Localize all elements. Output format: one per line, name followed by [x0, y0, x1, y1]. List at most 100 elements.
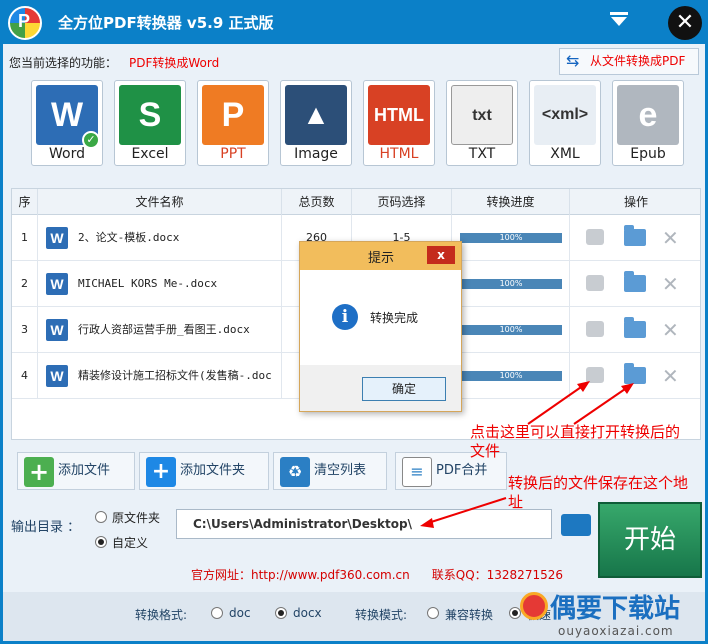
- open-folder-icon[interactable]: [624, 225, 646, 246]
- print-icon[interactable]: [586, 229, 604, 245]
- col-pages-header: 总页数: [282, 189, 352, 215]
- table-header: 序 文件名称 总页数 页码选择 转换进度 操作: [12, 189, 700, 215]
- progress-text: 100%: [499, 233, 523, 242]
- contact-row: 官方网址：http://www.pdf360.com.cn 联系QQ：132827…: [191, 566, 563, 583]
- file-name: 2、论文-模板.docx: [78, 231, 180, 244]
- format-doc-label: doc: [229, 606, 251, 620]
- progress-bar: 100%: [460, 279, 562, 289]
- format-selector: W ✓ Word S Excel P PPT ▲ Image HTML HTML…: [31, 80, 691, 168]
- add-folder-label: 添加文件夹: [180, 463, 246, 478]
- word-file-icon: W: [46, 227, 68, 249]
- window-title: 全方位PDF转换器 v5.9 正式版: [58, 14, 274, 32]
- progress-bar: 100%: [460, 325, 562, 335]
- print-icon[interactable]: [586, 321, 604, 337]
- row-progress-cell: 100%: [452, 215, 570, 261]
- add-file-icon: +: [24, 457, 54, 487]
- format-label: Image: [294, 146, 338, 162]
- progress-bar: 100%: [460, 233, 562, 243]
- format-label: TXT: [468, 146, 496, 162]
- col-progress-header: 转换进度: [452, 189, 570, 215]
- browse-folder-icon[interactable]: [561, 514, 591, 536]
- add-file-button[interactable]: + 添加文件: [17, 452, 135, 490]
- site-watermark: 偶要下载站 ouyaoxiazai.com: [520, 588, 708, 644]
- format-txt-button[interactable]: txt TXT: [446, 80, 518, 166]
- row-index: 4: [12, 353, 38, 399]
- mode-compat-radio[interactable]: [427, 607, 439, 619]
- add-folder-button[interactable]: + 添加文件夹: [139, 452, 269, 490]
- swap-icon: ⇆: [566, 51, 580, 70]
- switch-mode-label: 从文件转换成PDF: [590, 54, 686, 68]
- format-image-button[interactable]: ▲ Image: [280, 80, 352, 166]
- annotation-open-file: 点击这里可以直接打开转换后的 文件: [470, 423, 680, 461]
- progress-text: 100%: [499, 371, 523, 380]
- row-actions-cell: ✕: [570, 261, 702, 307]
- ppt-icon: P: [202, 85, 264, 145]
- website-text: 官方网址：http://www.pdf360.com.cn: [191, 568, 410, 582]
- delete-icon[interactable]: ✕: [662, 353, 679, 399]
- format-label: Word: [49, 146, 85, 162]
- format-excel-button[interactable]: S Excel: [114, 80, 186, 166]
- dialog-ok-button[interactable]: 确定: [362, 377, 446, 401]
- row-progress-cell: 100%: [452, 307, 570, 353]
- word-file-icon: W: [46, 319, 68, 341]
- txt-icon: txt: [451, 85, 513, 145]
- open-folder-icon[interactable]: [624, 317, 646, 338]
- row-progress-cell: 100%: [452, 353, 570, 399]
- output-dir-label: 输出目录 ：: [11, 520, 81, 535]
- delete-icon[interactable]: ✕: [662, 261, 679, 307]
- watermark-logo-icon: [520, 592, 548, 620]
- custom-folder-radio[interactable]: [95, 536, 107, 548]
- switch-mode-button[interactable]: ⇆ 从文件转换成PDF: [559, 48, 699, 75]
- format-label: Excel: [131, 146, 169, 162]
- function-value: PDF转换成Word: [129, 56, 220, 70]
- col-index-header: 序: [12, 189, 38, 215]
- row-name-cell: W MICHAEL KORS Me-.docx: [38, 261, 282, 307]
- excel-icon: S: [119, 85, 181, 145]
- output-path-field[interactable]: C:\Users\Administrator\Desktop\: [176, 509, 552, 539]
- original-folder-label: 原文件夹: [112, 511, 161, 525]
- merge-icon: ≡: [402, 457, 432, 487]
- dialog-close-button[interactable]: x: [427, 246, 455, 264]
- delete-icon[interactable]: ✕: [662, 307, 679, 353]
- info-icon: i: [332, 304, 358, 330]
- format-label: HTML: [379, 146, 419, 162]
- print-icon[interactable]: [586, 275, 604, 291]
- function-label: 您当前选择的功能：: [9, 56, 118, 70]
- dialog-message: 转换完成: [370, 311, 419, 325]
- info-dialog: 提示 x i 转换完成 确定: [299, 241, 462, 412]
- progress-bar: 100%: [460, 371, 562, 381]
- format-docx-radio[interactable]: [275, 607, 287, 619]
- row-name-cell: W 行政人资部运营手册_看图王.docx: [38, 307, 282, 353]
- close-button[interactable]: ✕: [668, 6, 702, 40]
- start-button[interactable]: 开始: [598, 502, 702, 578]
- add-file-label: 添加文件: [58, 463, 111, 478]
- open-folder-icon[interactable]: [624, 271, 646, 292]
- delete-icon[interactable]: ✕: [662, 215, 679, 261]
- xml-icon: <xml>: [534, 85, 596, 145]
- format-label: PPT: [220, 146, 246, 162]
- format-ppt-button[interactable]: P PPT: [197, 80, 269, 166]
- annotation-line: 址: [508, 493, 524, 511]
- mode-option-label: 转换模式:: [355, 608, 408, 622]
- format-word-button[interactable]: W ✓ Word: [31, 80, 103, 166]
- clear-list-label: 清空列表: [314, 463, 367, 478]
- watermark-title: 偶要下载站: [550, 594, 681, 624]
- format-label: Epub: [630, 146, 666, 162]
- format-xml-button[interactable]: <xml> XML: [529, 80, 601, 166]
- progress-text: 100%: [499, 279, 523, 288]
- file-name: MICHAEL KORS Me-.docx: [78, 277, 218, 290]
- format-docx-label: docx: [293, 606, 322, 620]
- format-html-button[interactable]: HTML HTML: [363, 80, 435, 166]
- original-folder-radio[interactable]: [95, 511, 107, 523]
- row-progress-cell: 100%: [452, 261, 570, 307]
- format-epub-button[interactable]: e Epub: [612, 80, 684, 166]
- app-window: 全方位PDF转换器 v5.9 正式版 ✕ 您当前选择的功能： PDF转换成Word…: [0, 0, 708, 644]
- clear-list-button[interactable]: ♻ 清空列表: [273, 452, 387, 490]
- minimize-icon[interactable]: [608, 12, 630, 30]
- format-label: XML: [550, 146, 580, 162]
- open-folder-icon[interactable]: [624, 363, 646, 384]
- col-name-header: 文件名称: [38, 189, 282, 215]
- row-name-cell: W 精装修设计施工招标文件(发售稿-.doc: [38, 353, 282, 399]
- format-doc-radio[interactable]: [211, 607, 223, 619]
- print-icon[interactable]: [586, 367, 604, 383]
